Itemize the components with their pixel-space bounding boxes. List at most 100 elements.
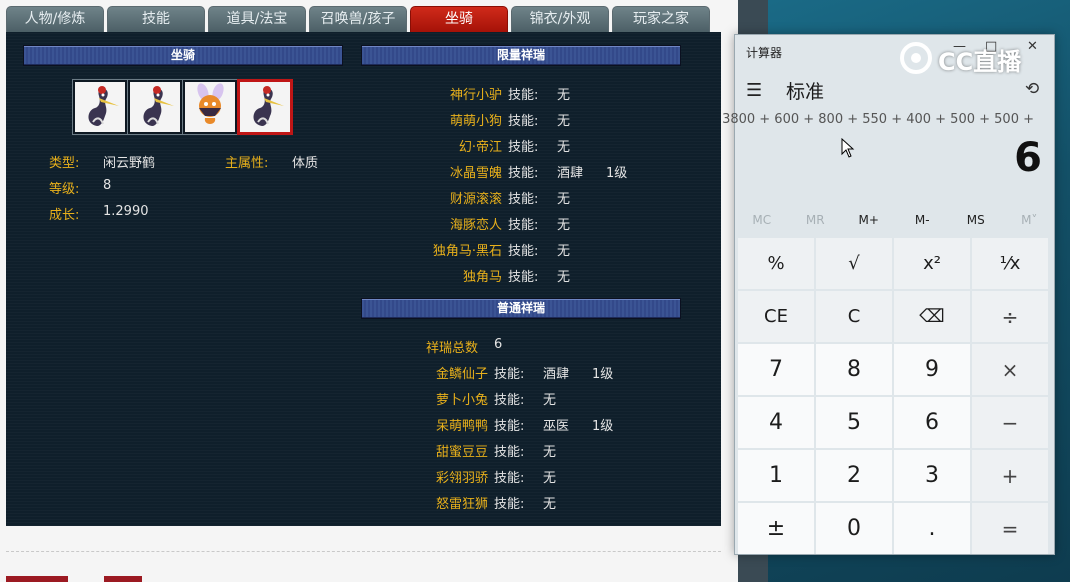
tab-costume[interactable]: 锦衣/外观	[511, 6, 609, 32]
list-item-skill-label: 技能:	[494, 471, 525, 486]
result-display: 6	[1014, 135, 1042, 181]
mount-slot-1[interactable]	[72, 79, 128, 135]
mount-slot-3[interactable]	[182, 79, 238, 135]
clear-button[interactable]: C	[816, 291, 892, 342]
keypad: % √ x² ¹⁄x CE C ⌫ ÷ 7 8 9 × 4 5 6− 1 2 3 + ±0. =	[738, 238, 1048, 554]
digit-2-button[interactable]: 2	[816, 450, 892, 501]
list-item-skill-label: 技能:	[508, 270, 539, 285]
list-item-skill-label: 技能:	[494, 393, 525, 408]
hamburger-menu-icon[interactable]: ☰	[746, 80, 762, 101]
mount-slot-2[interactable]	[127, 79, 183, 135]
calculator-window: 计算器 — □ ✕ ☰ 标准 ⟲ 3800 + 600 + 800 + 550 …	[722, 34, 1057, 555]
calculator-title: 计算器	[746, 46, 783, 60]
clear-entry-button[interactable]: CE	[738, 291, 814, 342]
list-item-skill-label: 技能:	[494, 419, 525, 434]
list-item-name: 冰晶雪魄	[449, 166, 502, 181]
digit-4-button[interactable]: 4	[738, 397, 814, 448]
divider	[6, 551, 721, 552]
list-item-name: 怒雷狂狮	[435, 497, 488, 512]
list-item-skill-label: 技能:	[508, 244, 539, 259]
digit-6-button[interactable]: 6	[894, 397, 970, 448]
list-item-skill-label: 技能:	[508, 114, 539, 129]
list-item-skill-label: 技能:	[494, 497, 525, 512]
list-item-skill-value: 无	[543, 471, 557, 486]
list-item-skill-value: 无	[543, 445, 557, 460]
digit-3-button[interactable]: 3	[894, 450, 970, 501]
bottom-button-left[interactable]	[6, 576, 68, 582]
digit-9-button[interactable]: 9	[894, 344, 970, 395]
decimal-button[interactable]: .	[894, 503, 970, 554]
main-attr-label: 主属性:	[225, 156, 269, 171]
memory-add-button[interactable]: M+	[842, 213, 896, 233]
tab-items[interactable]: 道具/法宝	[208, 6, 306, 32]
list-item-skill-label: 技能:	[508, 88, 539, 103]
tab-character[interactable]: 人物/修炼	[6, 6, 104, 32]
tab-home[interactable]: 玩家之家	[612, 6, 710, 32]
memory-subtract-button[interactable]: M-	[896, 213, 950, 233]
type-value: 闲云野鹤	[103, 156, 156, 171]
list-item-skill-label: 技能:	[508, 140, 539, 155]
tab-summons[interactable]: 召唤兽/孩子	[309, 6, 407, 32]
list-item-skill-value: 无	[557, 114, 571, 129]
list-item-name: 幻·帝江	[458, 140, 502, 155]
digit-1-button[interactable]: 1	[738, 450, 814, 501]
digit-5-button[interactable]: 5	[816, 397, 892, 448]
watermark-text: CC直播	[938, 48, 1022, 76]
digit-8-button[interactable]: 8	[816, 344, 892, 395]
limited-header: 限量祥瑞	[361, 45, 681, 66]
growth-value: 1.2990	[103, 204, 149, 219]
list-item-name: 萌萌小狗	[449, 114, 502, 129]
list-item-name: 金鳞仙子	[435, 367, 488, 382]
divide-button[interactable]: ÷	[972, 291, 1048, 342]
equals-button[interactable]: =	[972, 503, 1048, 554]
list-item-skill-value: 酒肆	[557, 166, 584, 181]
history-icon[interactable]: ⟲	[1025, 79, 1039, 99]
sqrt-button[interactable]: √	[816, 238, 892, 289]
digit-0-button[interactable]: 0	[816, 503, 892, 554]
list-item-skill-label: 技能:	[494, 445, 525, 460]
tab-skills[interactable]: 技能	[107, 6, 205, 32]
list-item-skill-level: 1级	[592, 367, 614, 382]
expression-display: 3800 + 600 + 800 + 550 + 400 + 500 + 500…	[722, 112, 1034, 127]
list-item-name: 财源滚滚	[449, 192, 502, 207]
type-label: 类型:	[49, 156, 80, 171]
list-item-skill-value: 无	[557, 88, 571, 103]
list-item-skill-value: 无	[557, 218, 571, 233]
memory-store-button[interactable]: MS	[949, 213, 1003, 233]
list-item-name: 呆萌鸭鸭	[435, 419, 488, 434]
watermark-cloud-icon	[900, 42, 932, 74]
list-item-skill-label: 技能:	[508, 218, 539, 233]
watermark-logo: CC直播	[896, 40, 1046, 76]
digit-7-button[interactable]: 7	[738, 344, 814, 395]
level-value: 8	[103, 178, 112, 193]
list-item-skill-label: 技能:	[508, 192, 539, 207]
list-item-skill-label: 技能:	[494, 367, 525, 382]
mouse-cursor-icon	[841, 138, 855, 158]
tab-mounts[interactable]: 坐骑	[410, 6, 508, 32]
list-item-skill-value: 无	[557, 244, 571, 259]
crane-icon	[88, 86, 119, 126]
list-item-skill-level: 1级	[592, 419, 614, 434]
bottom-button-right[interactable]	[104, 576, 142, 582]
percent-button[interactable]: %	[738, 238, 814, 289]
list-item-skill-value: 巫医	[543, 419, 570, 434]
list-item-skill-value: 无	[543, 497, 557, 512]
square-button[interactable]: x²	[894, 238, 970, 289]
list-item-skill-label: 技能:	[508, 166, 539, 181]
backspace-button[interactable]: ⌫	[894, 291, 970, 342]
mount-slot-4-selected[interactable]	[237, 79, 293, 135]
total-value: 6	[494, 337, 503, 352]
list-item-skill-value: 无	[543, 393, 557, 408]
subtract-button[interactable]: −	[972, 397, 1048, 448]
memory-clear-button[interactable]: MC	[735, 213, 789, 233]
game-webpage: 人物/修炼 技能 道具/法宝 召唤兽/孩子 坐骑 锦衣/外观 玩家之家 坐骑 限…	[0, 0, 740, 582]
list-item-name: 彩翎羽骄	[435, 471, 488, 486]
add-button[interactable]: +	[972, 450, 1048, 501]
negate-button[interactable]: ±	[738, 503, 814, 554]
memory-recall-button[interactable]: MR	[789, 213, 843, 233]
reciprocal-button[interactable]: ¹⁄x	[972, 238, 1048, 289]
list-item-name: 独角马	[462, 270, 502, 285]
memory-list-button[interactable]: M˅	[1003, 213, 1057, 233]
mount-header: 坐骑	[23, 45, 343, 66]
multiply-button[interactable]: ×	[972, 344, 1048, 395]
